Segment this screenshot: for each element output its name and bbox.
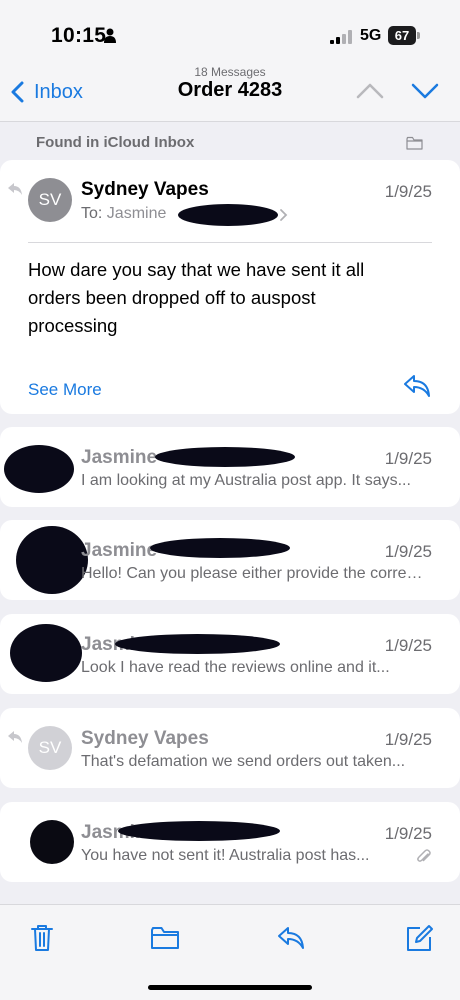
message-preview: Hello! Can you please either provide the… — [81, 565, 429, 582]
avatar: SV — [28, 178, 72, 222]
avatar-redaction — [16, 526, 88, 594]
message-date: 1/9/25 — [384, 542, 432, 561]
attachment-icon — [417, 849, 431, 862]
found-in-label: Found in iCloud Inbox — [36, 134, 195, 151]
avatar-redaction — [4, 445, 74, 493]
message-row[interactable]: Jasmine 1/9/25 Look I have read the revi… — [0, 614, 460, 694]
message-row[interactable]: Jasmine 1/9/25 You have not sent it! Aus… — [0, 802, 460, 882]
battery-level: 67 — [388, 26, 416, 45]
next-message-button[interactable] — [410, 80, 440, 102]
message-body: How dare you say that we have sent it al… — [28, 259, 365, 336]
avatar-redaction — [30, 820, 74, 864]
expanded-message[interactable]: SV Sydney Vapes 1/9/25 To: Jasmine How d… — [0, 160, 460, 414]
recipient-line[interactable]: To: Jasmine — [81, 205, 166, 223]
redaction-mark — [178, 204, 278, 226]
person-icon — [104, 28, 116, 43]
navigation-bar: Inbox 18 Messages Order 4283 — [0, 62, 460, 122]
message-row[interactable]: Jasmine 1/9/25 Hello! Can you please eit… — [0, 520, 460, 600]
status-time: 10:15 — [51, 24, 107, 47]
redaction-mark — [155, 447, 295, 467]
trash-icon[interactable] — [27, 923, 57, 953]
to-label: To: — [81, 205, 103, 222]
folder-icon[interactable] — [406, 136, 423, 150]
network-type: 5G — [360, 27, 382, 44]
avatar-redaction — [10, 624, 82, 682]
sender-name: Jasmine — [81, 447, 158, 468]
message-date: 1/9/25 — [384, 824, 432, 843]
folder-icon[interactable] — [150, 923, 180, 953]
message-date: 1/9/25 — [384, 730, 432, 749]
status-bar: 10:15 5G 67 — [0, 0, 460, 62]
chevron-right-icon — [280, 209, 288, 221]
see-more-link[interactable]: See More — [28, 380, 102, 400]
previous-message-button[interactable] — [355, 80, 385, 102]
sender-name: Sydney Vapes — [81, 728, 209, 749]
page-title: Order 4283 — [177, 79, 283, 101]
redaction-mark — [118, 821, 280, 841]
message-date: 1/9/25 — [384, 182, 432, 201]
replied-icon — [8, 731, 22, 743]
sender-name: Sydney Vapes — [81, 179, 209, 200]
redaction-mark — [150, 538, 290, 558]
reply-icon[interactable] — [276, 923, 306, 953]
signal-icon — [330, 30, 352, 44]
message-preview: That's defamation we send orders out tak… — [81, 753, 406, 770]
message-preview: You have not sent it! Australia post has… — [81, 847, 370, 864]
message-preview: Look I have read the reviews online and … — [81, 659, 390, 676]
mailbox-header: Found in iCloud Inbox — [0, 124, 460, 162]
divider — [28, 242, 432, 243]
replied-icon — [8, 183, 22, 195]
message-row[interactable]: Jasmine 1/9/25 I am looking at my Austra… — [0, 427, 460, 507]
sender-name: Jasmine — [81, 540, 158, 561]
battery-icon: 67 — [388, 26, 420, 45]
redaction-mark — [115, 634, 280, 654]
recipient-name: Jasmine — [106, 205, 167, 222]
avatar: SV — [28, 726, 72, 770]
home-indicator — [148, 985, 312, 990]
message-preview: I am looking at my Australia post app. I… — [81, 472, 411, 489]
message-row[interactable]: SV Sydney Vapes 1/9/25 That's defamation… — [0, 708, 460, 788]
reply-icon[interactable] — [402, 373, 432, 399]
message-date: 1/9/25 — [384, 449, 432, 468]
message-date: 1/9/25 — [384, 636, 432, 655]
compose-icon[interactable] — [404, 923, 434, 953]
message-count: 18 Messages — [194, 65, 266, 79]
